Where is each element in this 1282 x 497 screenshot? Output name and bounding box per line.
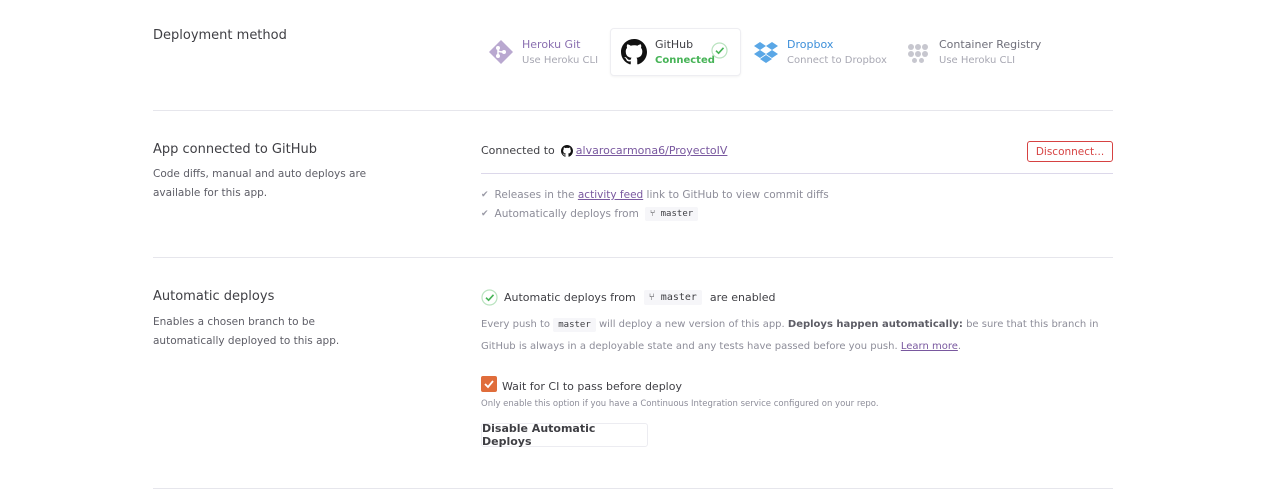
ci-checkbox[interactable] bbox=[481, 375, 497, 392]
method-sub: Connected bbox=[655, 54, 715, 66]
branch-badge: ⑂ master bbox=[644, 207, 699, 221]
enabled-check-icon bbox=[481, 289, 498, 306]
repo-link[interactable]: alvarocarmona6/ProyectoIV bbox=[576, 144, 728, 157]
dropbox-icon bbox=[753, 39, 779, 65]
check-icon: ✔ bbox=[481, 190, 489, 200]
method-heroku-git[interactable]: Heroku Git Use Heroku CLI bbox=[488, 28, 598, 76]
automatic-deploys-title: Automatic deploys bbox=[153, 289, 275, 304]
release-text: link to GitHub to view commit diffs bbox=[646, 189, 829, 201]
container-registry-icon bbox=[905, 39, 931, 65]
automatic-deploys-description: Enables a chosen branch to be automatica… bbox=[153, 316, 340, 347]
releases-row: ✔ Releases in the activity feed link to … bbox=[481, 189, 829, 201]
method-container-registry[interactable]: Container Registry Use Heroku CLI bbox=[905, 28, 1041, 76]
auto-status-text: are enabled bbox=[709, 291, 776, 304]
divider bbox=[153, 110, 1113, 111]
method-name: GitHub bbox=[655, 37, 694, 51]
release-text: Releases in the bbox=[494, 189, 575, 201]
ci-note: Only enable this option if you have a Co… bbox=[481, 399, 879, 409]
disable-automatic-deploys-button[interactable]: Disable Automatic Deploys bbox=[481, 422, 648, 448]
connected-title: App connected to GitHub bbox=[153, 142, 317, 157]
auto-deploys-row: ✔ Automatically deploys from ⑂ master bbox=[481, 207, 699, 221]
branch-badge: ⑂ master bbox=[643, 290, 702, 305]
info-bold: Deploys happen automatically: bbox=[787, 319, 963, 330]
activity-feed-link[interactable]: activity feed bbox=[578, 189, 643, 201]
divider bbox=[153, 257, 1113, 258]
ci-option-row: Wait for CI to pass before deploy bbox=[481, 374, 682, 393]
connected-to-label: Connected to bbox=[481, 144, 555, 157]
branch-icon: ⑂ bbox=[649, 209, 656, 219]
divider bbox=[481, 173, 1113, 174]
branch-name: master bbox=[660, 209, 694, 219]
method-name: Heroku Git bbox=[522, 37, 581, 51]
auto-deploy-text: Automatically deploys from bbox=[494, 208, 639, 220]
connected-check-icon bbox=[711, 42, 728, 63]
github-icon bbox=[621, 39, 647, 65]
auto-info-paragraph: Every push to master will deploy a new v… bbox=[481, 318, 1099, 352]
learn-more-link[interactable]: Learn more bbox=[901, 341, 958, 352]
auto-status-text: Automatic deploys from bbox=[504, 291, 636, 304]
disconnect-button[interactable]: Disconnect... bbox=[1027, 141, 1113, 162]
info-text: Every push to bbox=[481, 319, 551, 330]
connected-description: Code diffs, manual and auto deploys are … bbox=[153, 168, 367, 199]
ci-label: Wait for CI to pass before deploy bbox=[502, 380, 682, 393]
branch-name: master bbox=[660, 292, 697, 303]
github-small-icon bbox=[560, 144, 573, 157]
branch-badge: master bbox=[553, 318, 596, 332]
method-sub: Use Heroku CLI bbox=[939, 54, 1016, 66]
heroku-git-icon bbox=[488, 39, 514, 65]
method-sub: Use Heroku CLI bbox=[522, 54, 599, 66]
method-dropbox[interactable]: Dropbox Connect to Dropbox bbox=[753, 28, 887, 76]
branch-icon: ⑂ bbox=[648, 292, 655, 303]
method-name: Dropbox bbox=[787, 37, 834, 51]
method-name: Container Registry bbox=[939, 37, 1042, 51]
method-github[interactable]: GitHub Connected bbox=[610, 28, 741, 76]
info-text: will deploy a new version of this app. bbox=[598, 319, 785, 330]
auto-status-row: Automatic deploys from ⑂ master are enab… bbox=[481, 289, 775, 306]
method-sub: Connect to Dropbox bbox=[787, 54, 887, 66]
deployment-method-title: Deployment method bbox=[153, 28, 287, 43]
connected-to-row: Connected to alvarocarmona6/ProyectoIV bbox=[481, 144, 727, 157]
divider bbox=[153, 488, 1113, 489]
check-icon: ✔ bbox=[481, 209, 489, 219]
